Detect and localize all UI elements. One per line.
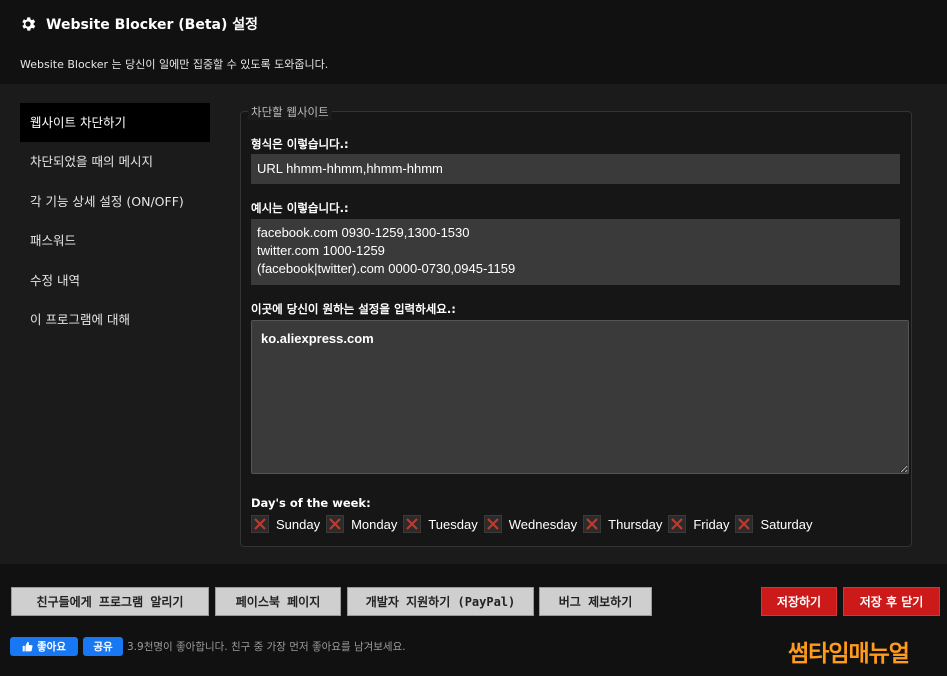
format-value: URL hhmm-hhmm,hhmm-hhmm [257,161,443,176]
monday-checkbox[interactable] [326,515,345,533]
footer: 친구들에게 프로그램 알리기 페이스북 페이지 개발자 지원하기 (PayPal… [0,564,947,676]
donate-paypal-button[interactable]: 개발자 지원하기 (PayPal) [347,587,534,616]
title-row: Website Blocker (Beta) 설정 [19,14,258,34]
facebook-like-count-text: 3.9천명이 좋아합니다. 친구 중 가장 먼저 좋아요를 남겨보세요. [127,641,406,653]
facebook-like-button[interactable]: 좋아요 [10,637,78,656]
gear-icon [22,17,36,31]
x-icon [254,518,266,530]
example-line: facebook.com 0930-1259,1300-1530 [257,225,470,240]
content-area: 웹사이트 차단하기 차단되었을 때의 메시지 각 기능 상세 설정 (ON/OF… [0,84,947,564]
example-line: twitter.com 1000-1259 [257,243,385,258]
friday-label: Friday [693,516,730,532]
monday-label: Monday [351,516,398,532]
input-label: 이곳에 당신이 원하는 설정을 입력하세요.: [251,302,456,316]
sidebar-item-about[interactable]: 이 프로그램에 대해 [20,300,210,340]
example-label: 예시는 이렇습니다.: [251,201,349,215]
facebook-page-button[interactable]: 페이스북 페이지 [215,587,341,616]
friday-checkbox[interactable] [668,515,687,533]
x-icon [329,518,341,530]
sunday-checkbox[interactable] [251,515,269,533]
sidebar-item-feature-settings[interactable]: 각 기능 상세 설정 (ON/OFF) [20,182,210,222]
window-title: Website Blocker (Beta) 설정 [46,17,258,33]
panel-legend: 차단할 웹사이트 [248,104,332,120]
sidebar-item-changelog[interactable]: 수정 내역 [20,261,210,301]
saturday-label: Saturday [760,516,813,532]
save-and-close-button[interactable]: 저장 후 닫기 [843,587,940,616]
format-box: URL hhmm-hhmm,hhmm-hhmm [251,154,900,184]
wednesday-checkbox[interactable] [483,515,502,533]
tuesday-checkbox[interactable] [403,515,422,533]
sidebar-item-block-websites[interactable]: 웹사이트 차단하기 [20,103,210,142]
x-icon [406,518,419,530]
sidebar-item-blocked-message[interactable]: 차단되었을 때의 메시지 [20,142,210,182]
window-subtitle: Website Blocker 는 당신이 일에만 집중할 수 있도록 도와줍니… [20,58,329,71]
sunday-label: Sunday [276,516,321,532]
x-icon [486,518,499,530]
facebook-share-button[interactable]: 공유 [83,637,123,656]
x-icon [738,518,751,530]
block-rules-input[interactable]: ko.aliexpress.com [251,320,909,474]
days-label: Day's of the week: [251,496,371,510]
facebook-like-label: 좋아요 [37,641,66,653]
sidebar-item-password[interactable]: 패스워드 [20,221,210,261]
wednesday-label: Wednesday [508,516,578,532]
tell-friends-button[interactable]: 친구들에게 프로그램 알리기 [11,587,209,616]
report-bug-button[interactable]: 버그 제보하기 [539,587,652,616]
days-row: Sunday Monday Tuesday Wednesday Thursday… [251,515,819,533]
watermark-logo: 썸타임매뉴얼 [788,641,910,667]
sidebar: 웹사이트 차단하기 차단되었을 때의 메시지 각 기능 상세 설정 (ON/OF… [20,103,210,340]
saturday-checkbox[interactable] [735,515,754,533]
x-icon [586,518,598,530]
example-line: (facebook|twitter).com 0000-0730,0945-11… [257,261,516,276]
thursday-checkbox[interactable] [583,515,602,533]
example-box: facebook.com 0930-1259,1300-1530 twitter… [251,219,900,285]
tuesday-label: Tuesday [428,516,478,532]
save-button[interactable]: 저장하기 [761,587,837,616]
thursday-label: Thursday [608,516,663,532]
header: Website Blocker (Beta) 설정 Website Blocke… [0,0,947,84]
thumbs-up-icon [22,641,33,652]
x-icon [671,518,684,530]
format-label: 형식은 이렇습니다.: [251,137,349,151]
